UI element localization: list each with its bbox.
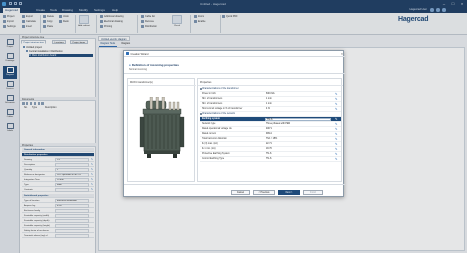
wizard-icon: [126, 52, 129, 56]
properties-header: Properties: [200, 81, 212, 84]
cancel-button[interactable]: Cancel: [231, 189, 250, 195]
close-icon[interactable]: ×: [341, 52, 343, 56]
property-row[interactable]: Ik 1 min. (kA) 18.70 ✎: [200, 147, 341, 152]
dialog-header: Creation Wizard ×: [124, 51, 345, 57]
properties-card: Properties Characterizations of the tran…: [197, 78, 343, 182]
property-row[interactable]: Total harmonic distortion Thd < 15% ✎: [200, 137, 341, 142]
wizard-subheading: Normal incoming: [129, 67, 147, 71]
creation-wizard-dialog: Creation Wizard × ●Definition of incomin…: [123, 50, 345, 198]
section-network[interactable]: Characterizations of the network: [200, 112, 341, 117]
next-button[interactable]: Next >: [278, 189, 300, 195]
property-row[interactable]: Control Earthing Type TN-S ✎: [200, 157, 341, 162]
previous-button[interactable]: < Previous: [253, 189, 275, 195]
dialog-footer: Cancel < Previous Next > Finish: [124, 184, 345, 198]
transformer-header: MV/LV transformer(s): [130, 81, 153, 84]
earthing-system-row[interactable]: Earthing system TN-S ✎: [200, 117, 341, 122]
finish-button[interactable]: Finish: [303, 189, 323, 195]
property-row[interactable]: Nbr. of transformers 1 min ✎: [200, 102, 341, 107]
section-transformer[interactable]: Characterizations of the transformer: [200, 87, 341, 92]
property-row[interactable]: Ik (3) max. (kA) 22.71 ✎: [200, 142, 341, 147]
dialog-title: Creation Wizard: [130, 52, 149, 56]
transformer-image: [139, 97, 185, 158]
property-row[interactable]: Nbr. of transformers 1 min ✎: [200, 97, 341, 102]
property-row[interactable]: Power in kVA 630 kVA ✎: [200, 92, 341, 97]
property-row[interactable]: Short-circuit voltage in % of transforme…: [200, 107, 341, 112]
earthing-system-select[interactable]: TN-S: [265, 117, 331, 121]
property-row[interactable]: Protective Earthing System TN-S ✎: [200, 152, 341, 157]
property-row[interactable]: Network type Three phases with PEN ✎: [200, 122, 341, 127]
property-row[interactable]: Rated operational voltage Ue 400 V ✎: [200, 127, 341, 132]
wizard-heading: ●Definition of incoming properties: [129, 63, 179, 67]
property-row[interactable]: Rated current 909 A ✎: [200, 132, 341, 137]
transformer-card: MV/LV transformer(s): [127, 78, 196, 182]
